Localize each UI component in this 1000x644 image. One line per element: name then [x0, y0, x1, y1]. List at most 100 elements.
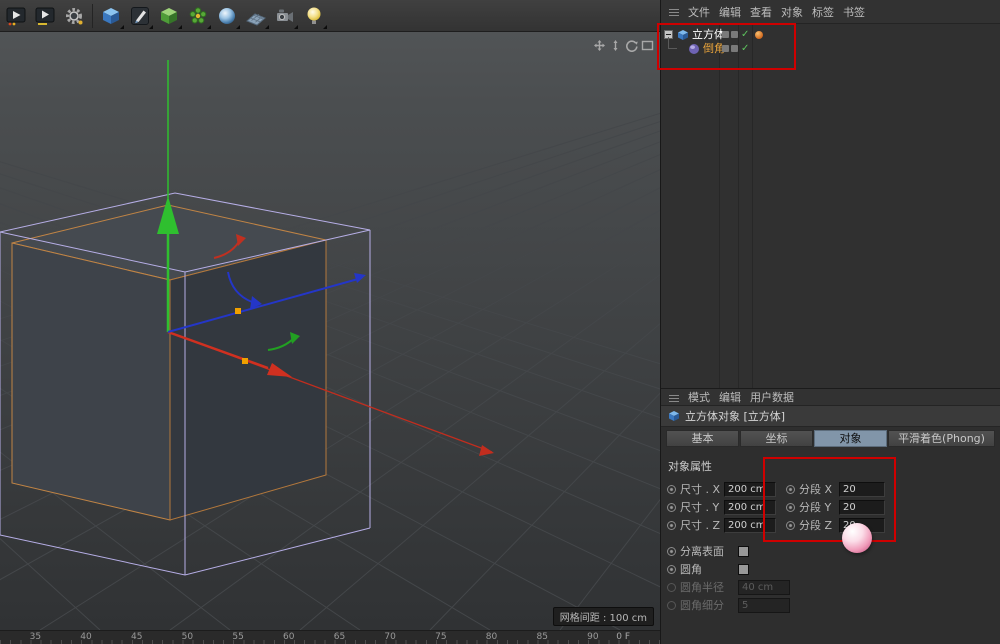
- object-row-cube[interactable]: 立方体 ✓: [661, 28, 1000, 42]
- scale-handle: [242, 358, 248, 364]
- keyframe-circle-icon[interactable]: [667, 521, 676, 530]
- ruler-number: 55: [213, 631, 264, 644]
- field-label: 分段 Z: [799, 517, 839, 533]
- column-divider: [738, 24, 739, 388]
- om-menu-file[interactable]: 文件: [688, 4, 710, 20]
- field-label: 尺寸 . Z: [680, 517, 724, 533]
- zoom-icon[interactable]: [609, 37, 622, 50]
- rotate-icon[interactable]: [625, 37, 638, 50]
- attribute-title: 立方体对象 [立方体]: [685, 408, 785, 424]
- column-divider: [719, 24, 720, 388]
- edit-render-settings-icon[interactable]: [60, 2, 88, 30]
- object-manager-menubar: 文件 编辑 查看 对象 标签 书签: [661, 0, 1000, 24]
- fillet-checkbox[interactable]: [738, 564, 749, 575]
- cube-object-icon: [677, 29, 689, 41]
- render-visibility-dot[interactable]: [731, 45, 738, 52]
- om-menu-tag[interactable]: 标签: [812, 4, 834, 20]
- ruler-number: 65: [314, 631, 365, 644]
- field-label: 圆角细分: [680, 597, 738, 613]
- viewport-canvas[interactable]: [0, 32, 660, 630]
- separate-surfaces-checkbox[interactable]: [738, 546, 749, 557]
- segments-y-input[interactable]: 20: [839, 500, 885, 515]
- ruler-number: 45: [111, 631, 162, 644]
- tab-coordinates[interactable]: 坐标: [740, 430, 813, 447]
- segments-x-input[interactable]: 20: [839, 482, 885, 497]
- pen-spline-icon[interactable]: [126, 2, 154, 30]
- keyframe-circle-icon: [667, 601, 676, 610]
- editor-visibility-dot[interactable]: [722, 31, 729, 38]
- panel-grip-icon[interactable]: [669, 7, 679, 16]
- environment-icon[interactable]: [213, 2, 241, 30]
- tab-object[interactable]: 对象: [814, 430, 887, 447]
- size-y-input[interactable]: 200 cm: [724, 500, 776, 515]
- keyframe-circle-icon[interactable]: [786, 521, 795, 530]
- om-menu-view[interactable]: 查看: [750, 4, 772, 20]
- separate-surfaces-row: 分离表面: [667, 542, 994, 560]
- section-title: 对象属性: [668, 458, 994, 474]
- field-label: 圆角: [680, 561, 738, 577]
- ruler-number: 90: [568, 631, 619, 644]
- fillet-subdivision-row: 圆角细分 5: [667, 596, 994, 614]
- render-view-icon[interactable]: [2, 2, 30, 30]
- attribute-manager-menubar: 模式 编辑 用户数据: [661, 388, 1000, 406]
- am-menu-edit[interactable]: 编辑: [719, 389, 741, 405]
- enable-checkmark[interactable]: ✓: [741, 42, 749, 56]
- keyframe-circle-icon[interactable]: [786, 503, 795, 512]
- attribute-title-bar: 立方体对象 [立方体]: [661, 406, 1000, 427]
- toggle-layout-icon[interactable]: [641, 37, 654, 50]
- bevel-deformer-icon: [688, 43, 700, 55]
- om-menu-bookmark[interactable]: 书签: [843, 4, 865, 20]
- size-z-input[interactable]: 200 cm: [724, 518, 776, 533]
- tag-icon[interactable]: [755, 31, 763, 39]
- render-picture-viewer-icon[interactable]: [31, 2, 59, 30]
- field-label: 尺寸 . Y: [680, 499, 724, 515]
- size-x-input[interactable]: 200 cm: [724, 482, 776, 497]
- keyframe-circle-icon[interactable]: [786, 485, 795, 494]
- am-menu-userdata[interactable]: 用户数据: [750, 389, 794, 405]
- camera-icon[interactable]: [271, 2, 299, 30]
- ruler-number: 70: [365, 631, 416, 644]
- keyframe-circle-icon[interactable]: [667, 547, 676, 556]
- subdivision-surface-icon[interactable]: [155, 2, 183, 30]
- keyframe-circle-icon[interactable]: [667, 503, 676, 512]
- enable-checkmark[interactable]: ✓: [741, 28, 749, 42]
- size-x-row: 尺寸 . X 200 cm 分段 X 20: [667, 480, 994, 498]
- editor-visibility-dot[interactable]: [722, 45, 729, 52]
- field-label: 分段 X: [799, 481, 839, 497]
- left-column: 网格间距 : 100 cm 35 40 45 50 55 60 65 70 75…: [0, 0, 660, 644]
- size-z-row: 尺寸 . Z 200 cm 分段 Z 20: [667, 516, 994, 534]
- scale-handle: [235, 308, 241, 314]
- panel-grip-icon[interactable]: [669, 393, 679, 402]
- tab-phong[interactable]: 平滑着色(Phong): [888, 430, 995, 447]
- object-row-bevel[interactable]: 倒角 ✓: [661, 42, 1000, 56]
- grid-spacing-label: 网格间距 : 100 cm: [553, 607, 654, 626]
- timeline-ruler[interactable]: 35 40 45 50 55 60 65 70 75 80 85 90 0 F: [0, 630, 660, 644]
- ruler-number: 85: [517, 631, 568, 644]
- size-y-row: 尺寸 . Y 200 cm 分段 Y 20: [667, 498, 994, 516]
- floor-icon[interactable]: [242, 2, 270, 30]
- tree-branch-line: [668, 37, 677, 49]
- cube-object-icon: [668, 410, 680, 422]
- object-properties-panel: 对象属性 尺寸 . X 200 cm 分段 X 20 尺寸 . Y 200 cm…: [661, 451, 1000, 644]
- pan-icon[interactable]: [593, 37, 606, 50]
- light-icon[interactable]: [300, 2, 328, 30]
- tab-basic[interactable]: 基本: [666, 430, 739, 447]
- keyframe-circle-icon[interactable]: [667, 485, 676, 494]
- right-column: 文件 编辑 查看 对象 标签 书签 立方体 ✓ 倒角: [660, 0, 1000, 644]
- keyframe-circle-icon[interactable]: [667, 565, 676, 574]
- array-generator-icon[interactable]: [184, 2, 212, 30]
- am-menu-mode[interactable]: 模式: [688, 389, 710, 405]
- render-visibility-dot[interactable]: [731, 31, 738, 38]
- object-tree[interactable]: 立方体 ✓ 倒角 ✓: [661, 24, 1000, 388]
- om-menu-object[interactable]: 对象: [781, 4, 803, 20]
- om-menu-edit[interactable]: 编辑: [719, 4, 741, 20]
- object-name[interactable]: 立方体: [692, 28, 725, 42]
- main-toolbar: [0, 0, 660, 32]
- frame-indicator: 0 F: [616, 631, 630, 644]
- add-cube-icon[interactable]: [97, 2, 125, 30]
- ruler-number: 60: [263, 631, 314, 644]
- fillet-radius-input: 40 cm: [738, 580, 790, 595]
- field-label: 尺寸 . X: [680, 481, 724, 497]
- pink-sphere-annotation: [842, 523, 872, 553]
- ruler-number: 40: [61, 631, 112, 644]
